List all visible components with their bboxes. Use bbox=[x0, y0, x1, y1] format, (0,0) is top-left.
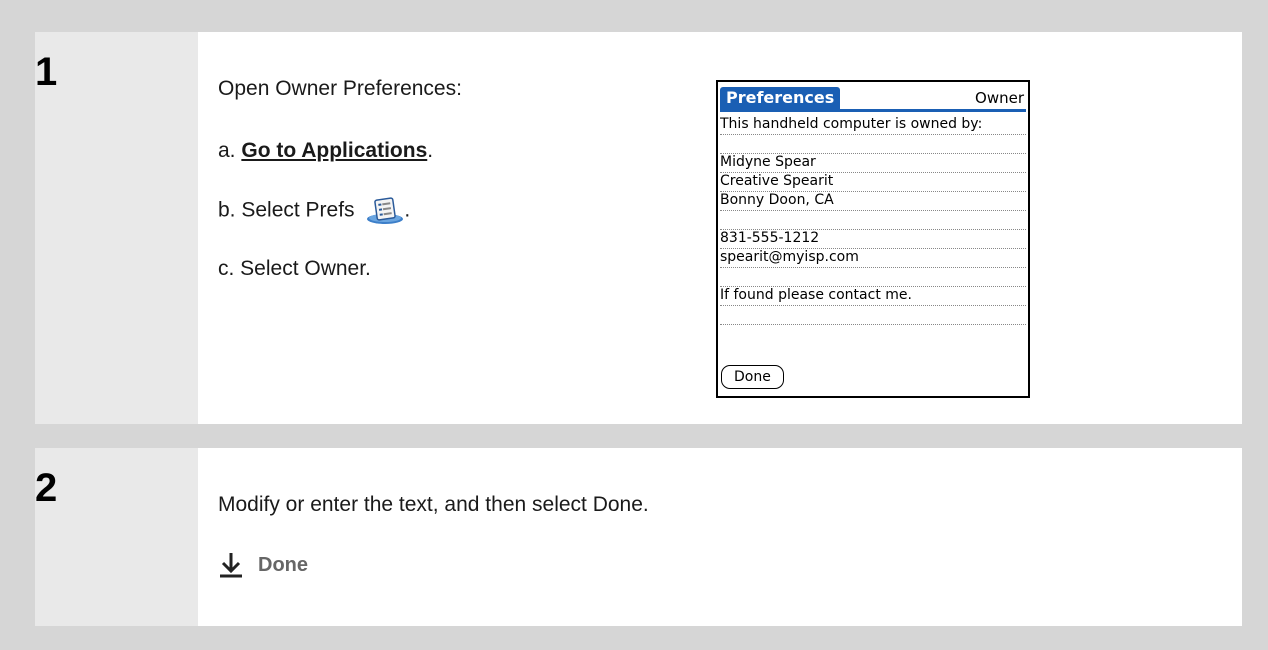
step-number-column: 1 bbox=[35, 32, 198, 424]
prefs-icon bbox=[367, 197, 404, 224]
down-arrow-icon bbox=[220, 553, 242, 578]
owner-preferences-screenshot: Preferences Owner This handheld computer… bbox=[716, 80, 1030, 398]
substep-b-text: b. Select Prefs bbox=[218, 198, 355, 222]
substep-b-suffix: . bbox=[404, 198, 411, 222]
done-label: Done bbox=[258, 553, 308, 576]
done-indicator: Done bbox=[218, 552, 308, 578]
step-2: 2 Modify or enter the text, and then sel… bbox=[35, 448, 1242, 626]
document-page: 1 Open Owner Preferences: a. Go to Appli… bbox=[0, 0, 1268, 650]
owner-text-lines: This handheld computer is owned by: Midy… bbox=[720, 116, 1026, 325]
owner-line: If found please contact me. bbox=[720, 287, 1026, 306]
owner-line bbox=[720, 306, 1026, 325]
substep-a-suffix: . bbox=[427, 139, 434, 162]
substep-c: c. Select Owner. bbox=[218, 257, 371, 280]
step-number: 1 bbox=[35, 50, 58, 94]
step-1: 1 Open Owner Preferences: a. Go to Appli… bbox=[35, 32, 1242, 424]
substep-a-prefix: a. bbox=[218, 139, 236, 162]
owner-line: This handheld computer is owned by: bbox=[720, 116, 1026, 135]
substep-a: a. Go to Applications. bbox=[218, 140, 433, 161]
step-number: 2 bbox=[35, 466, 58, 510]
owner-line: Midyne Spear bbox=[720, 154, 1026, 173]
owner-line: spearit@myisp.com bbox=[720, 249, 1026, 268]
owner-line: 831-555-1212 bbox=[720, 230, 1026, 249]
step-content: Open Owner Preferences: a. Go to Applica… bbox=[198, 32, 1242, 424]
step-content: Modify or enter the text, and then selec… bbox=[198, 448, 1242, 626]
step-instruction: Modify or enter the text, and then selec… bbox=[218, 493, 649, 516]
step-number-column: 2 bbox=[35, 448, 198, 626]
owner-line: Bonny Doon, CA bbox=[720, 192, 1026, 211]
step-intro: Open Owner Preferences: bbox=[218, 77, 462, 100]
owner-line: Creative Spearit bbox=[720, 173, 1026, 192]
palm-title-bar: Preferences Owner bbox=[720, 87, 1026, 112]
owner-line bbox=[720, 268, 1026, 287]
owner-line bbox=[720, 135, 1026, 154]
title-underline bbox=[720, 109, 1026, 112]
owner-line bbox=[720, 211, 1026, 230]
substep-b: b. Select Prefs . bbox=[218, 197, 410, 225]
preferences-tab: Preferences bbox=[720, 87, 841, 109]
palm-done-button[interactable]: Done bbox=[721, 365, 784, 389]
panel-title: Owner bbox=[975, 89, 1024, 107]
go-to-applications-link[interactable]: Go to Applications bbox=[241, 139, 427, 162]
